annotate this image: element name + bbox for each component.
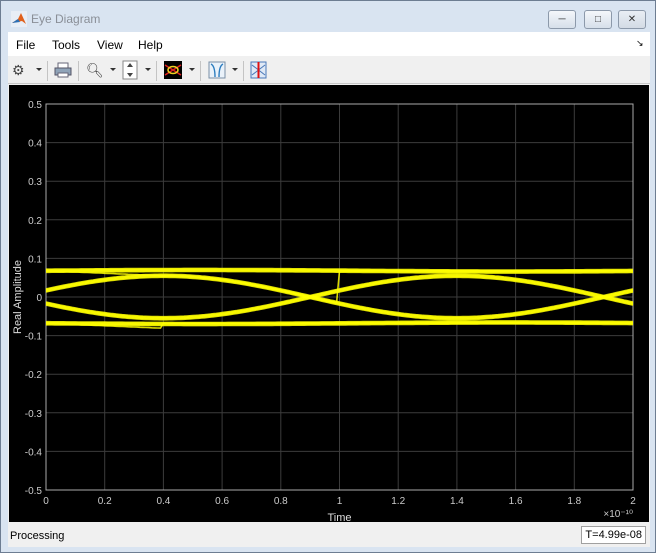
eye-diagram-window: Eye Diagram ─ □ ✕ File Tools View Help ↘… (0, 0, 656, 553)
separator (47, 61, 48, 81)
plot-panel: 0 0.2 0.4 0.6 0.8 1 1.2 1.4 1.6 1.8 2 0.5 0.4 0.3 0.2 0… (9, 85, 649, 524)
y-tick-label: 0.1 (28, 254, 42, 265)
gear-icon[interactable]: ⚙ (12, 60, 25, 80)
y-axis-label: Real Amplitude (12, 260, 24, 334)
x-tick-label: 0.6 (215, 496, 229, 507)
y-tick-label: 0 (36, 293, 42, 304)
eye-diagram-plot[interactable]: 0 0.2 0.4 0.6 0.8 1 1.2 1.4 1.6 1.8 2 0.5 0.4 0.3 0.2 0… (9, 85, 649, 524)
x-axis-label: Time (327, 512, 351, 522)
print-icon[interactable] (54, 60, 72, 80)
matlab-logo-icon (11, 11, 27, 27)
simulation-time: T=4.99e-08 (581, 526, 646, 544)
close-button[interactable]: ✕ (618, 10, 646, 29)
measurements-icon[interactable] (208, 60, 226, 80)
maximize-button[interactable]: □ (584, 10, 612, 29)
x-exponent-label: ×10⁻¹⁰ (603, 509, 633, 520)
dock-arrow-icon[interactable]: ↘ (636, 38, 644, 49)
separator (200, 61, 201, 81)
x-tick-label: 1 (337, 496, 343, 507)
menu-tools[interactable]: Tools (52, 38, 80, 52)
y-tick-label: -0.4 (25, 447, 43, 458)
menu-file[interactable]: File (16, 38, 35, 52)
x-tick-label: 1.2 (391, 496, 405, 507)
x-tick-label: 0.8 (274, 496, 288, 507)
title-bar: Eye Diagram ─ □ ✕ (1, 1, 655, 32)
separator (78, 61, 79, 81)
x-tick-label: 0.2 (98, 496, 112, 507)
y-tick-label: 0.2 (28, 216, 42, 227)
window-title: Eye Diagram (31, 12, 101, 26)
eye-diagram-icon[interactable] (164, 60, 182, 80)
y-tick-label: -0.2 (25, 370, 43, 381)
y-tick-label: -0.1 (25, 332, 43, 343)
menu-view[interactable]: View (97, 38, 123, 52)
status-bar: Processing T=4.99e-08 (8, 523, 650, 547)
chevron-down-icon[interactable] (189, 68, 195, 71)
cursor-icon[interactable] (250, 60, 267, 80)
x-tick-label: 0.4 (156, 496, 170, 507)
x-tick-label: 2 (630, 496, 636, 507)
chevron-down-icon[interactable] (145, 68, 151, 71)
scale-axes-icon[interactable] (122, 60, 138, 80)
y-tick-label: 0.3 (28, 177, 42, 188)
toolbar: ⚙ 🔍︎ (8, 57, 650, 84)
menu-help[interactable]: Help (138, 38, 163, 52)
separator (243, 61, 244, 81)
zoom-in-icon[interactable]: 🔍︎ (86, 60, 104, 80)
x-tick-label: 1.8 (567, 496, 581, 507)
minimize-button[interactable]: ─ (548, 10, 576, 29)
chevron-down-icon[interactable] (36, 68, 42, 71)
chevron-down-icon[interactable] (110, 68, 116, 71)
status-text: Processing (10, 530, 65, 542)
menu-bar: File Tools View Help ↘ (8, 32, 650, 56)
y-tick-label: -0.3 (25, 409, 43, 420)
figure-client: File Tools View Help ↘ ⚙ 🔍︎ 0 0.2 0.4 0.6 0.… (8, 32, 650, 547)
y-tick-label: 0.5 (28, 100, 42, 111)
x-tick-label: 1.4 (450, 496, 464, 507)
x-tick-label: 0 (43, 496, 49, 507)
y-tick-label: -0.5 (25, 486, 43, 497)
separator (156, 61, 157, 81)
chevron-down-icon[interactable] (232, 68, 238, 71)
y-tick-label: 0.4 (28, 139, 42, 150)
x-tick-label: 1.6 (509, 496, 523, 507)
